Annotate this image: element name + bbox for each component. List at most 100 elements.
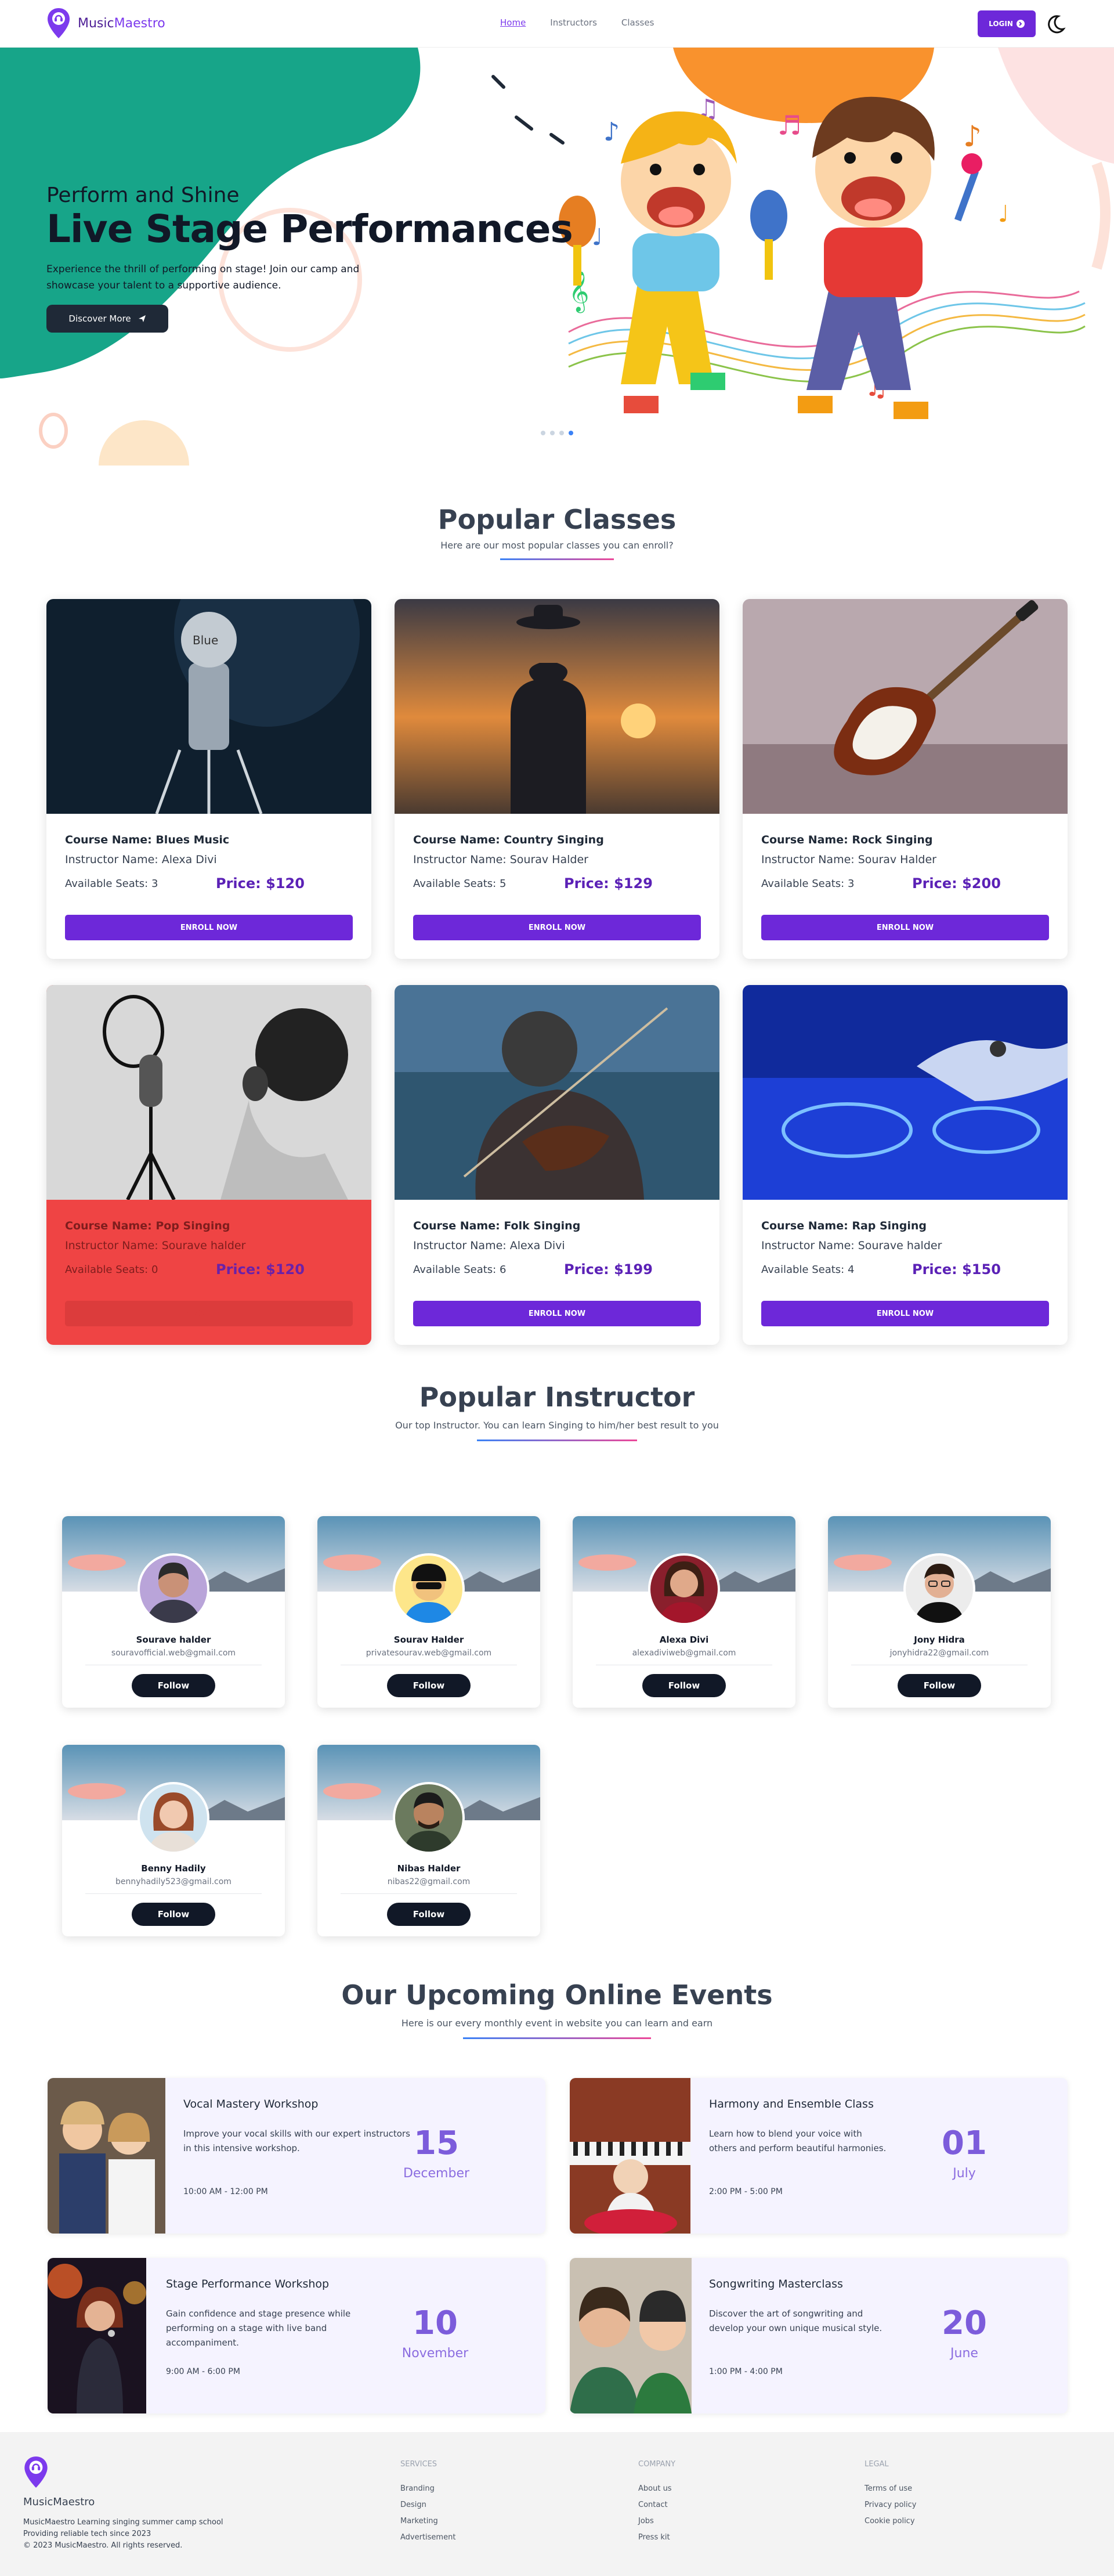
top-navbar: MusicMaestro Home Instructors Classes LO… bbox=[0, 0, 1114, 48]
instructor-name: Sourav Halder bbox=[393, 1635, 464, 1645]
footer-col-title: Company bbox=[638, 2460, 676, 2469]
footer-link[interactable]: Branding bbox=[400, 2481, 455, 2497]
footer-link[interactable]: Privacy policy bbox=[865, 2497, 916, 2513]
discover-more-label: Discover More bbox=[68, 313, 131, 324]
follow-button[interactable]: Follow bbox=[132, 1903, 215, 1926]
instructor-card: Sourav Halder privatesourav.web@gmail.co… bbox=[317, 1516, 540, 1708]
price: Price: $129 bbox=[564, 875, 653, 892]
classes-subtitle: Here are our most popular classes you ca… bbox=[440, 540, 674, 551]
footer-col-legal: Legal Terms of use Privacy policy Cookie… bbox=[865, 2456, 916, 2530]
footer-col-title: Services bbox=[400, 2460, 437, 2469]
nav-link-home[interactable]: Home bbox=[500, 17, 526, 28]
follow-button[interactable]: Follow bbox=[387, 1903, 471, 1926]
dark-mode-moon-icon[interactable] bbox=[1044, 13, 1066, 35]
footer-link[interactable]: Jobs bbox=[638, 2513, 675, 2530]
follow-button[interactable]: Follow bbox=[387, 1674, 471, 1697]
class-image-dj-mixer bbox=[743, 985, 1068, 1200]
carousel-dot[interactable] bbox=[550, 431, 555, 435]
enroll-button[interactable]: ENROLL NOW bbox=[761, 1301, 1049, 1326]
class-info: Course Name: Rap Singing Instructor Name… bbox=[761, 1220, 1051, 1278]
hero-kicker: Perform and Shine bbox=[46, 183, 240, 207]
footer-link[interactable]: Advertisement bbox=[400, 2530, 455, 2546]
carousel-dot[interactable] bbox=[559, 431, 564, 435]
instructors-subtitle: Our top Instructor. You can learn Singin… bbox=[395, 1420, 719, 1431]
classes-title: Popular Classes bbox=[437, 504, 677, 535]
instructor-name: Sourave halder bbox=[136, 1635, 211, 1645]
instructor-email: souravofficial.web@gmail.com bbox=[111, 1648, 236, 1658]
event-day: 10 bbox=[413, 2304, 458, 2342]
instructor-card: Alexa Divi alexadiviweb@gmail.com Follow bbox=[573, 1516, 795, 1708]
course-name: Course Name: Country Singing bbox=[413, 834, 604, 846]
instructor-name: Jony Hidra bbox=[914, 1635, 965, 1645]
hero-title: Live Stage Performances bbox=[46, 207, 573, 251]
event-image-kids-learning bbox=[570, 2258, 692, 2413]
event-time: 9:00 AM - 6:00 PM bbox=[166, 2367, 240, 2376]
follow-button[interactable]: Follow bbox=[642, 1674, 726, 1697]
nav-links: Home Instructors Classes bbox=[500, 17, 654, 28]
footer-link[interactable]: About us bbox=[638, 2481, 675, 2497]
available-seats: Available Seats: 3 bbox=[65, 877, 158, 890]
footer-link[interactable]: Design bbox=[400, 2497, 455, 2513]
footer-link[interactable]: Contact bbox=[638, 2497, 675, 2513]
follow-button[interactable]: Follow bbox=[898, 1674, 981, 1697]
follow-button[interactable]: Follow bbox=[132, 1674, 215, 1697]
avatar bbox=[138, 1782, 209, 1854]
footer-line: Providing reliable tech since 2023 bbox=[23, 2530, 151, 2538]
class-card-full: Course Name: Pop Singing Instructor Name… bbox=[46, 985, 371, 1345]
enroll-button[interactable]: ENROLL NOW bbox=[413, 915, 701, 940]
footer-about: MusicMaestro Learning singing summer cam… bbox=[23, 2517, 223, 2552]
instructor-card: Jony Hidra jonyhidra22@gmail.com Follow bbox=[828, 1516, 1051, 1708]
footer-link[interactable]: Marketing bbox=[400, 2513, 455, 2530]
event-title: Vocal Mastery Workshop bbox=[183, 2098, 319, 2110]
avatar-portrait bbox=[659, 1561, 710, 1623]
course-name: Course Name: Blues Music bbox=[65, 834, 230, 846]
brand-logo[interactable]: MusicMaestro bbox=[46, 7, 165, 39]
carousel-dot-active[interactable] bbox=[569, 431, 573, 435]
login-button[interactable]: LOGIN bbox=[978, 10, 1036, 37]
nav-link-classes[interactable]: Classes bbox=[621, 17, 654, 28]
class-card: Course Name: Country Singing Instructor … bbox=[395, 599, 719, 959]
event-card[interactable]: Songwriting Masterclass Discover the art… bbox=[570, 2258, 1068, 2413]
instructors-title: Popular Instructor bbox=[419, 1381, 695, 1413]
enroll-button[interactable]: ENROLL NOW bbox=[65, 915, 353, 940]
course-name: Course Name: Rap Singing bbox=[761, 1220, 927, 1232]
svg-text:Blue: Blue bbox=[193, 633, 218, 647]
footer-link[interactable]: Terms of use bbox=[865, 2481, 916, 2497]
carousel-dot[interactable] bbox=[541, 431, 545, 435]
brand-name: MusicMaestro bbox=[78, 16, 165, 31]
avatar bbox=[648, 1553, 720, 1625]
class-image-violinist bbox=[395, 985, 719, 1200]
enroll-button[interactable]: ENROLL NOW bbox=[413, 1301, 701, 1326]
available-seats: Available Seats: 6 bbox=[413, 1263, 507, 1276]
instructor-name: Instructor Name: Sourave halder bbox=[65, 1239, 246, 1252]
avatar bbox=[393, 1782, 465, 1854]
event-month: December bbox=[403, 2166, 470, 2181]
event-card[interactable]: Harmony and Ensemble Class Learn how to … bbox=[570, 2078, 1068, 2234]
events-title: Our Upcoming Online Events bbox=[341, 1979, 773, 2011]
footer-link[interactable]: Cookie policy bbox=[865, 2513, 916, 2530]
footer-col-title: Legal bbox=[865, 2460, 889, 2469]
avatar bbox=[393, 1553, 465, 1625]
discover-more-button[interactable]: Discover More bbox=[46, 305, 168, 333]
title-underline bbox=[477, 1439, 637, 1441]
class-image-cowboy-sunset bbox=[395, 599, 719, 814]
footer-col-services: Services Branding Design Marketing Adver… bbox=[400, 2456, 455, 2546]
footer-line: © 2023 MusicMaestro. All rights reserved… bbox=[23, 2541, 183, 2550]
event-description: Gain confidence and stage presence while… bbox=[166, 2308, 351, 2348]
enroll-button[interactable]: ENROLL NOW bbox=[761, 915, 1049, 940]
instructor-email: privatesourav.web@gmail.com bbox=[366, 1648, 492, 1658]
avatar-portrait bbox=[146, 1563, 201, 1623]
instructor-name: Instructor Name: Sourave halder bbox=[761, 1239, 942, 1252]
event-image-kids-choir bbox=[48, 2078, 165, 2234]
event-description: Learn how to blend your voice with other… bbox=[709, 2128, 887, 2153]
hero-text: Experience the thrill of performing on s… bbox=[46, 264, 360, 291]
footer-link[interactable]: Press kit bbox=[638, 2530, 675, 2546]
nav-link-instructors[interactable]: Instructors bbox=[550, 17, 597, 28]
footer: MusicMaestro MusicMaestro Learning singi… bbox=[0, 2432, 1114, 2576]
available-seats: Available Seats: 3 bbox=[761, 877, 855, 890]
available-seats: Available Seats: 5 bbox=[413, 877, 507, 890]
event-time: 2:00 PM - 5:00 PM bbox=[709, 2187, 783, 2196]
event-card[interactable]: Vocal Mastery Workshop Improve your voca… bbox=[48, 2078, 545, 2234]
event-card[interactable]: Stage Performance Workshop Gain confiden… bbox=[48, 2258, 545, 2413]
course-name: Course Name: Rock Singing bbox=[761, 834, 933, 846]
